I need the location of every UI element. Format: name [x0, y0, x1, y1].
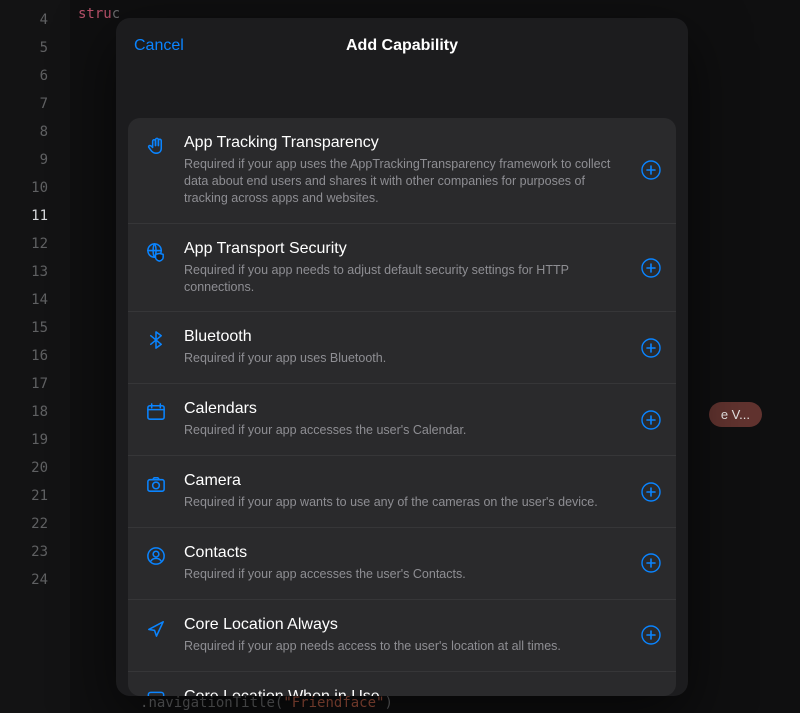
capability-row-app-tracking-transparency[interactable]: App Tracking Transparency Required if you… [128, 118, 676, 224]
capability-subtitle: Required if your app accesses the user's… [184, 566, 628, 583]
sheet-title: Add Capability [116, 18, 688, 74]
line-number: 17 [0, 370, 70, 398]
capability-row-camera[interactable]: Camera Required if your app wants to use … [128, 456, 676, 528]
line-number: 10 [0, 174, 70, 202]
bluetooth-icon [142, 329, 170, 351]
line-number: 9 [0, 146, 70, 174]
line-number: 11 [0, 202, 70, 230]
capability-subtitle: Required if your app needs access to the… [184, 638, 628, 655]
globe-shield-icon [142, 241, 170, 263]
add-button[interactable] [640, 257, 662, 279]
capability-title: App Transport Security [184, 240, 628, 258]
capability-row-calendars[interactable]: Calendars Required if your app accesses t… [128, 384, 676, 456]
capability-subtitle: Required if your app accesses the user's… [184, 422, 628, 439]
line-number: 23 [0, 538, 70, 566]
capability-subtitle: Required if your app uses the AppTrackin… [184, 156, 628, 207]
line-number: 5 [0, 34, 70, 62]
line-number: 13 [0, 258, 70, 286]
capability-title: Contacts [184, 544, 628, 562]
add-button[interactable] [640, 481, 662, 503]
capability-title: Bluetooth [184, 328, 628, 346]
capability-subtitle: Required if you app needs to adjust defa… [184, 262, 628, 296]
add-button[interactable] [640, 552, 662, 574]
line-number: 12 [0, 230, 70, 258]
calendar-icon [142, 401, 170, 423]
code-fragment: struc [78, 6, 120, 22]
line-number: 24 [0, 566, 70, 594]
line-number: 19 [0, 426, 70, 454]
capability-row-core-location-when-in-use[interactable]: Core Location When in UseRequired if you… [128, 672, 676, 696]
capability-title: Core Location When in Use [184, 688, 628, 696]
location-arrow-icon [142, 617, 170, 639]
capability-title: App Tracking Transparency [184, 134, 628, 152]
code-fragment-bottom: .navigationTitle("Friendface") [140, 695, 393, 711]
line-number: 21 [0, 482, 70, 510]
camera-icon [142, 473, 170, 495]
capability-row-contacts[interactable]: Contacts Required if your app accesses th… [128, 528, 676, 600]
cancel-button[interactable]: Cancel [134, 18, 184, 74]
line-number: 4 [0, 6, 70, 34]
location-square-icon [142, 689, 170, 696]
capability-title: Calendars [184, 400, 628, 418]
capability-row-bluetooth[interactable]: Bluetooth Required if your app uses Bluet… [128, 312, 676, 384]
capability-list[interactable]: App Tracking Transparency Required if you… [128, 118, 676, 696]
capability-title: Core Location Always [184, 616, 628, 634]
capability-subtitle: Required if your app uses Bluetooth. [184, 350, 628, 367]
capability-title: Camera [184, 472, 628, 490]
line-number: 18 [0, 398, 70, 426]
line-number: 6 [0, 62, 70, 90]
add-button[interactable] [640, 337, 662, 359]
line-number: 7 [0, 90, 70, 118]
line-number: 20 [0, 454, 70, 482]
line-number: 8 [0, 118, 70, 146]
line-number: 22 [0, 510, 70, 538]
capability-row-app-transport-security[interactable]: App Transport Security Required if you ap… [128, 224, 676, 313]
capability-subtitle: Required if your app wants to use any of… [184, 494, 628, 511]
add-capability-sheet: Cancel Add Capability App Tracking Trans… [116, 18, 688, 696]
contacts-icon [142, 545, 170, 567]
line-number: 15 [0, 314, 70, 342]
add-button[interactable] [640, 159, 662, 181]
capability-row-core-location-always[interactable]: Core Location Always Required if your app… [128, 600, 676, 672]
line-number: 14 [0, 286, 70, 314]
hand-icon [142, 135, 170, 157]
add-button[interactable] [640, 409, 662, 431]
line-number: 16 [0, 342, 70, 370]
line-gutter: 456789101112131415161718192021222324 [0, 0, 70, 713]
add-button[interactable] [640, 624, 662, 646]
truncated-pill: e V... [709, 402, 762, 427]
